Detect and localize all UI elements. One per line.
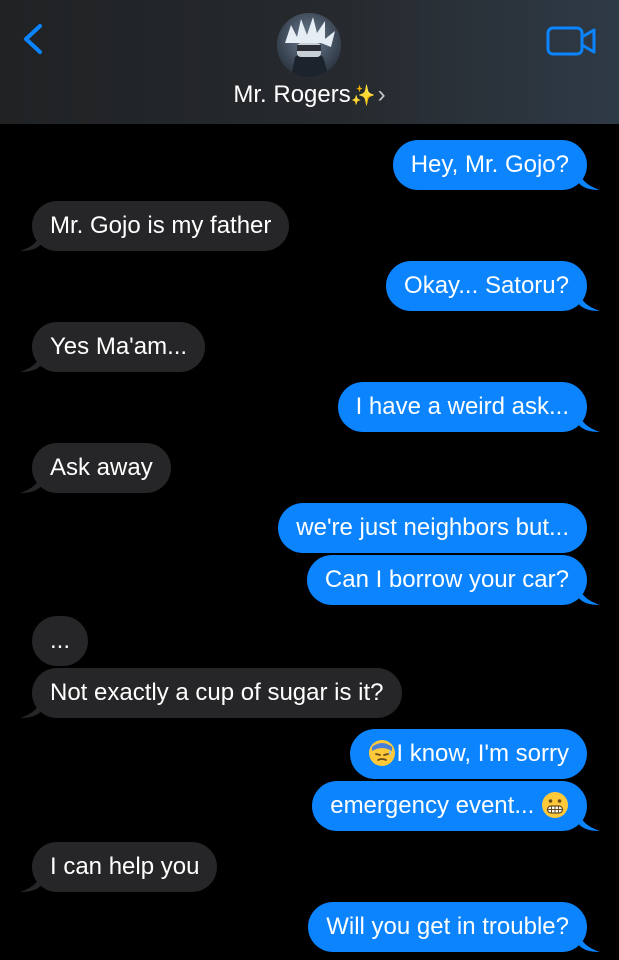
chevron-right-icon: ›: [377, 81, 386, 108]
bubble-tail: [20, 471, 42, 493]
bubble-tail: [20, 350, 42, 372]
contact-info[interactable]: Mr. Rogers✨›: [150, 10, 469, 120]
chevron-left-icon: [24, 24, 42, 54]
outgoing-message[interactable]: emergency event...: [312, 781, 587, 831]
message-text: I have a weird ask...: [355, 393, 569, 420]
outgoing-message[interactable]: Will you get in trouble?: [308, 902, 587, 952]
bubble-tail: [20, 870, 42, 892]
incoming-message[interactable]: Not exactly a cup of sugar is it?: [32, 668, 402, 718]
conversation-header: Mr. Rogers✨›: [0, 0, 619, 124]
outgoing-message[interactable]: we're just neighbors but...: [278, 503, 587, 553]
message-text: ...: [49, 627, 70, 654]
outgoing-message[interactable]: I have a weird ask...: [337, 382, 587, 432]
message-text: Will you get in trouble?: [326, 913, 569, 940]
message-text: Mr. Gojo is my father: [50, 212, 272, 239]
incoming-message[interactable]: I can help you: [32, 842, 218, 892]
incoming-message[interactable]: ...: [32, 616, 88, 666]
contact-avatar: [277, 13, 341, 77]
message-text: Can I borrow your car?: [324, 566, 569, 593]
bubble-tail: [20, 229, 42, 251]
message-text: Not exactly a cup of sugar is it?: [50, 679, 384, 706]
outgoing-message[interactable]: Okay... Satoru?: [386, 261, 587, 311]
incoming-message[interactable]: Yes Ma'am...: [32, 322, 206, 372]
incoming-message[interactable]: Ask away: [32, 443, 171, 493]
contact-name-row: Mr. Rogers✨›: [150, 80, 469, 111]
sparkles-emoji: ✨: [350, 85, 376, 107]
outgoing-message[interactable]: Hey, Mr. Gojo?: [392, 140, 587, 190]
bubble-tail: [578, 930, 600, 952]
bubble-tail: [20, 696, 42, 718]
back-button[interactable]: [14, 18, 54, 60]
message-text: Okay... Satoru?: [404, 272, 569, 299]
downcast-sweat-face-emoji: [369, 740, 396, 766]
outgoing-message[interactable]: I know, I'm sorry: [350, 729, 587, 779]
outgoing-message[interactable]: Can I borrow your car?: [306, 555, 587, 605]
message-text: I can help you: [50, 853, 200, 880]
video-call-button[interactable]: [544, 22, 600, 60]
bubble-tail: [578, 168, 600, 190]
incoming-message[interactable]: Mr. Gojo is my father: [32, 201, 290, 251]
message-text: Yes Ma'am...: [50, 333, 188, 360]
video-camera-icon: [546, 26, 596, 56]
grimacing-face-emoji: [542, 792, 568, 818]
message-text: we're just neighbors but...: [296, 514, 569, 541]
message-text: Ask away: [50, 454, 153, 481]
bubble-tail: [578, 809, 600, 831]
bubble-tail: [578, 410, 600, 432]
message-text: I know, I'm sorry: [396, 740, 569, 767]
contact-name: Mr. Rogers: [233, 81, 351, 108]
message-text: Hey, Mr. Gojo?: [410, 151, 569, 178]
bubble-tail: [578, 583, 600, 605]
bubble-tail: [578, 289, 600, 311]
message-text: emergency event...: [330, 792, 541, 819]
